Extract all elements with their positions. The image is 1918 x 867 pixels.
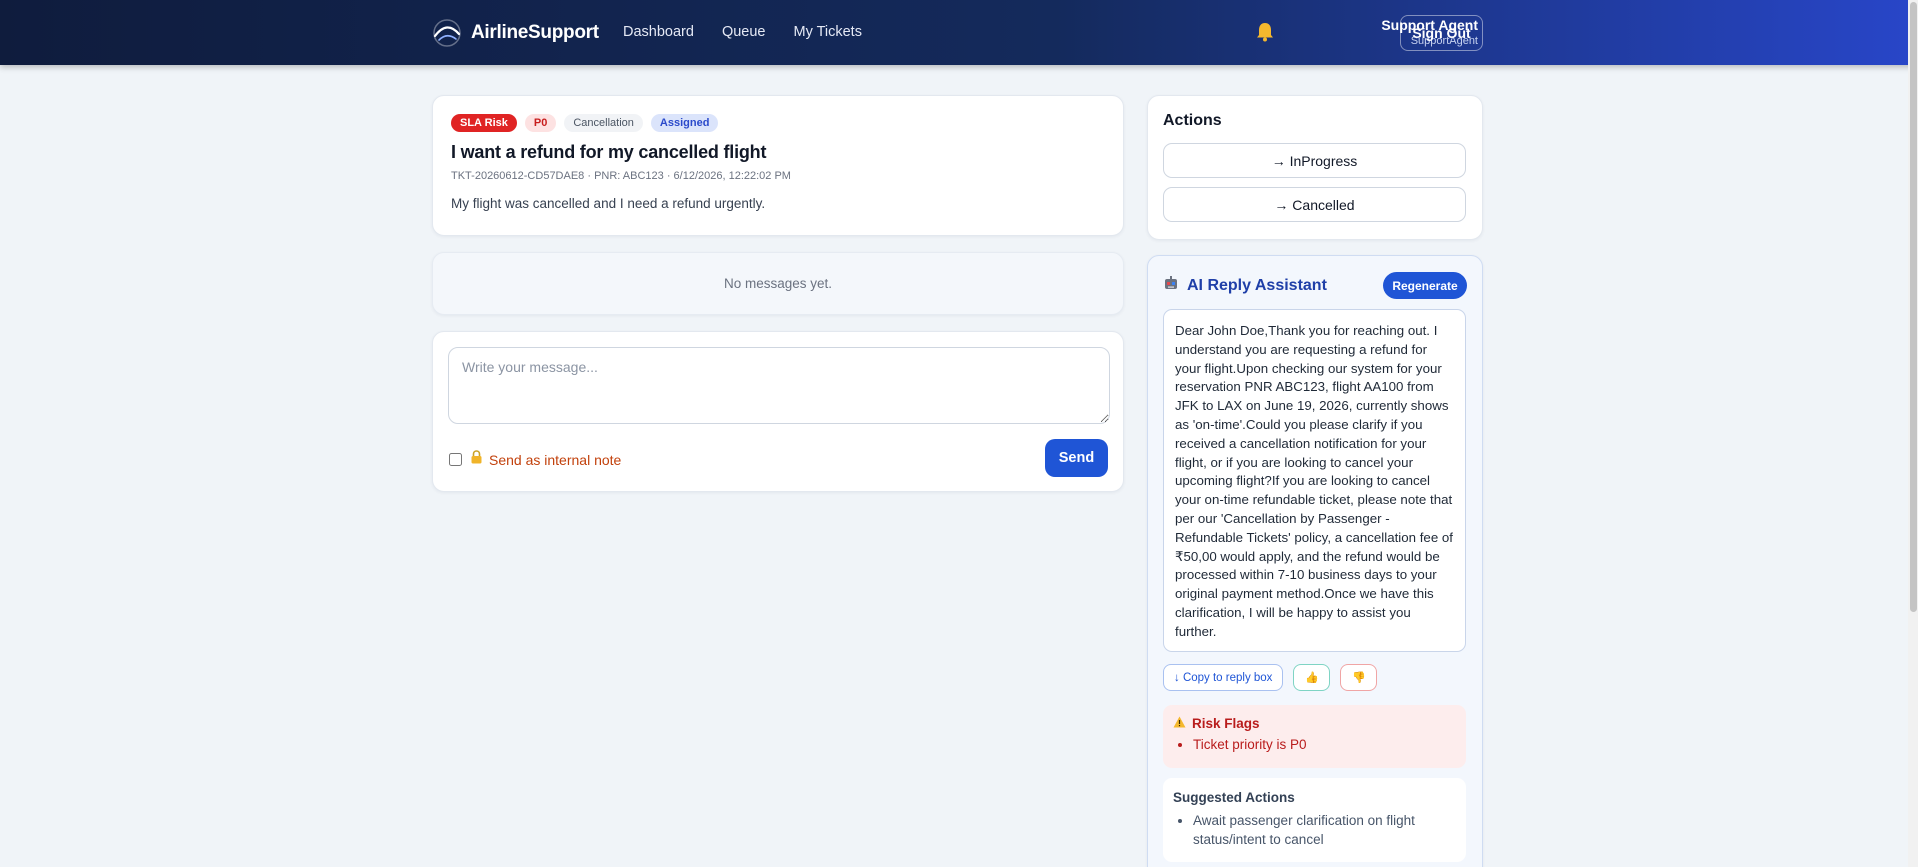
- nav-my-tickets[interactable]: My Tickets: [793, 24, 861, 40]
- suggested-actions-box: Suggested Actions Await passenger clarif…: [1163, 778, 1466, 862]
- robot-icon: [1163, 275, 1179, 296]
- regenerate-button[interactable]: Regenerate: [1383, 272, 1467, 299]
- ai-reply-assistant-panel: AI Reply Assistant Regenerate Dear John …: [1147, 255, 1483, 867]
- ticket-meta: TKT-20260612-CD57DAE8 · PNR: ABC123 · 6/…: [451, 170, 791, 182]
- ticket-description: My flight was cancelled and I need a ref…: [451, 196, 766, 211]
- thumbs-up-icon[interactable]: 👍: [1293, 664, 1331, 691]
- sla-risk-badge: SLA Risk: [451, 114, 517, 132]
- brand[interactable]: AirlineSupport: [432, 18, 599, 48]
- ticket-card: SLA Risk P0 Cancellation Assigned I want…: [432, 95, 1124, 236]
- sign-out-button[interactable]: Sign Out: [1400, 15, 1483, 51]
- status-cancelled-button[interactable]: → Cancelled: [1163, 187, 1466, 222]
- priority-badge: P0: [524, 114, 557, 132]
- status-inprogress-button[interactable]: → InProgress: [1163, 143, 1466, 178]
- actions-panel: Actions → InProgress → Cancelled: [1147, 95, 1483, 240]
- ai-reply-draft[interactable]: Dear John Doe,Thank you for reaching out…: [1163, 309, 1466, 652]
- suggested-action-item: Await passenger clarification on flight …: [1193, 811, 1456, 849]
- internal-note-checkbox[interactable]: [449, 453, 462, 466]
- nav-dashboard[interactable]: Dashboard: [623, 24, 694, 40]
- send-button[interactable]: Send: [1045, 439, 1108, 477]
- ticket-badges: SLA Risk P0 Cancellation Assigned: [451, 114, 1105, 132]
- main-nav: Dashboard Queue My Tickets: [623, 24, 862, 40]
- internal-note-label: Send as internal note: [489, 451, 622, 468]
- messages-panel: No messages yet.: [432, 252, 1124, 315]
- ai-panel-title: AI Reply Assistant: [1187, 276, 1327, 294]
- suggested-actions-title: Suggested Actions: [1173, 790, 1295, 805]
- bell-icon[interactable]: [1256, 22, 1274, 42]
- top-navbar: AirlineSupport Dashboard Queue My Ticket…: [0, 0, 1918, 65]
- actions-title: Actions: [1163, 112, 1222, 129]
- message-input[interactable]: [448, 347, 1110, 424]
- reply-composer: Send as internal note Send: [432, 331, 1124, 492]
- thumbs-down-icon[interactable]: 👎: [1340, 664, 1378, 691]
- status-badge: Assigned: [650, 114, 719, 132]
- airplane-logo-icon: [432, 18, 462, 48]
- internal-note-toggle[interactable]: Send as internal note: [449, 450, 621, 469]
- risk-flags-title: Risk Flags: [1192, 716, 1260, 731]
- lock-icon: [470, 450, 483, 469]
- risk-flags-box: Risk Flags Ticket priority is P0: [1163, 705, 1466, 768]
- copy-to-reply-button[interactable]: ↓ Copy to reply box: [1163, 664, 1284, 691]
- category-badge: Cancellation: [564, 114, 643, 132]
- page-scrollbar-thumb[interactable]: [1910, 2, 1917, 612]
- risk-flag-item: Ticket priority is P0: [1193, 737, 1456, 752]
- brand-name: AirlineSupport: [471, 22, 599, 43]
- empty-messages-text: No messages yet.: [723, 276, 833, 291]
- warning-icon: [1173, 716, 1186, 731]
- ticket-title: I want a refund for my cancelled flight: [451, 142, 767, 162]
- nav-queue[interactable]: Queue: [722, 24, 766, 40]
